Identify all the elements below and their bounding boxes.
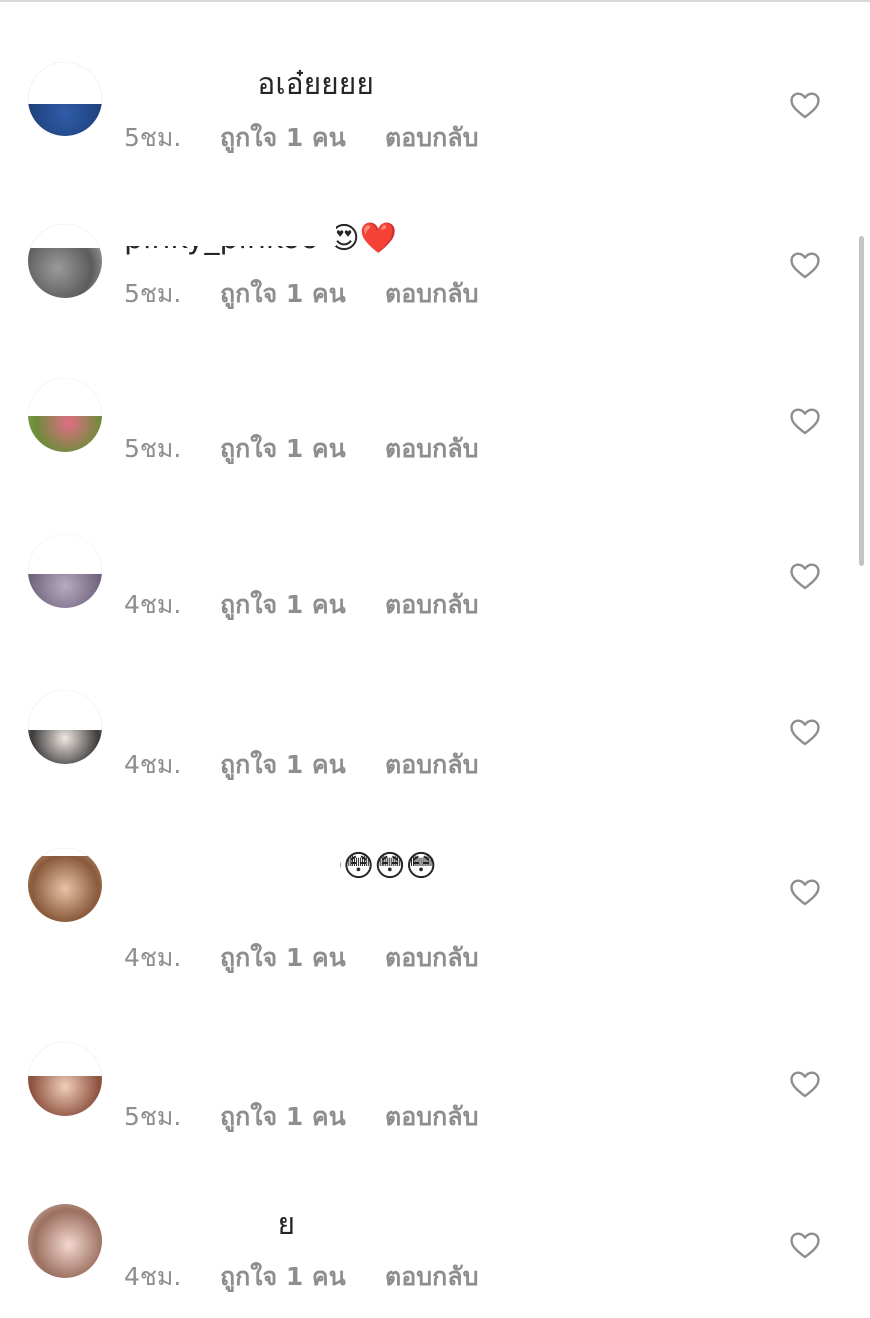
- username-redaction: [120, 526, 330, 576]
- heart-outline-icon: [790, 563, 820, 590]
- comment-time: 4ชม.: [124, 1262, 182, 1291]
- heart-outline-icon: [790, 1232, 820, 1259]
- heart-outline-icon: [790, 719, 820, 746]
- comment-likes-link[interactable]: ถูกใจ 1 คน: [220, 431, 346, 467]
- like-button[interactable]: [788, 88, 822, 122]
- comment-time: 4ชม.: [124, 590, 182, 619]
- comment-time: 5ชม.: [124, 123, 182, 152]
- avatar[interactable]: [28, 848, 102, 922]
- reply-button[interactable]: ตอบกลับ: [385, 587, 478, 623]
- username-redaction: [120, 212, 336, 246]
- avatar[interactable]: [28, 62, 102, 136]
- comment-likes-link[interactable]: ถูกใจ 1 คน: [220, 1099, 346, 1135]
- username-redaction: [120, 60, 256, 110]
- reply-button[interactable]: ตอบกลับ: [385, 276, 478, 312]
- avatar[interactable]: [28, 690, 102, 764]
- scrollbar[interactable]: [859, 236, 864, 566]
- comment-likes-link[interactable]: ถูกใจ 1 คน: [220, 276, 346, 312]
- avatar[interactable]: [28, 1204, 102, 1278]
- reply-button[interactable]: ตอบกลับ: [385, 747, 478, 783]
- top-divider: [0, 0, 870, 2]
- comment-time: 4ชม.: [124, 750, 182, 779]
- comment-likes-link[interactable]: ถูกใจ 1 คน: [220, 587, 346, 623]
- reply-button[interactable]: ตอบกลับ: [385, 940, 478, 976]
- comment-likes-link[interactable]: ถูกใจ 1 คน: [220, 1259, 346, 1295]
- heart-outline-icon: [790, 92, 820, 119]
- comment-time: 5ชม.: [124, 1102, 182, 1131]
- reply-button[interactable]: ตอบกลับ: [385, 1099, 478, 1135]
- avatar[interactable]: [28, 224, 102, 298]
- comment-likes-link[interactable]: ถูกใจ 1 คน: [220, 120, 346, 156]
- like-button[interactable]: [788, 559, 822, 593]
- username-redaction: [120, 688, 378, 738]
- comment-likes-link[interactable]: ถูกใจ 1 คน: [220, 747, 346, 783]
- username-redaction: [120, 1040, 276, 1090]
- username-redaction: [120, 372, 296, 422]
- comment-time: 5ชม.: [124, 279, 182, 308]
- like-button[interactable]: [788, 875, 822, 909]
- like-button[interactable]: [788, 1067, 822, 1101]
- heart-outline-icon: [790, 1071, 820, 1098]
- avatar[interactable]: [28, 1042, 102, 1116]
- heart-outline-icon: [790, 879, 820, 906]
- reply-button[interactable]: ตอบกลับ: [385, 431, 478, 467]
- comment-likes-link[interactable]: ถูกใจ 1 คน: [220, 940, 346, 976]
- reply-button[interactable]: ตอบกลับ: [385, 1259, 478, 1295]
- username-redaction: [120, 842, 340, 884]
- like-button[interactable]: [788, 404, 822, 438]
- avatar[interactable]: [28, 534, 102, 608]
- heart-outline-icon: [790, 252, 820, 279]
- like-button[interactable]: [788, 248, 822, 282]
- comment-time: 4ชม.: [124, 943, 182, 972]
- heart-outline-icon: [790, 408, 820, 435]
- username-redaction: [120, 1200, 276, 1240]
- comment-time: 5ชม.: [124, 434, 182, 463]
- avatar[interactable]: [28, 378, 102, 452]
- reply-button[interactable]: ตอบกลับ: [385, 120, 478, 156]
- like-button[interactable]: [788, 1228, 822, 1262]
- like-button[interactable]: [788, 715, 822, 749]
